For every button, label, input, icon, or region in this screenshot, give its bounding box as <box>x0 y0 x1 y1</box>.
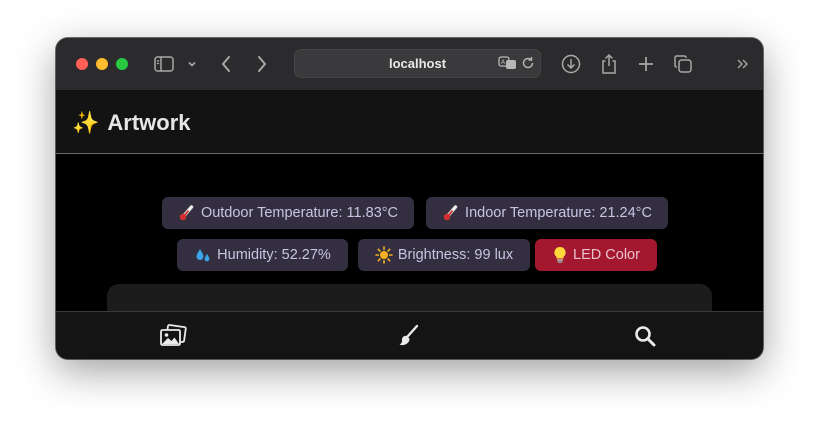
humidity-text: Humidity: 52.27% <box>217 247 331 263</box>
thermometer-icon <box>178 204 196 222</box>
search-icon[interactable] <box>630 322 660 350</box>
content-card <box>107 284 712 314</box>
brightness-badge: Brightness: 99 lux <box>358 239 530 271</box>
forward-icon[interactable] <box>252 52 272 76</box>
sensor-panel: Outdoor Temperature: 11.83°C Indoor Temp… <box>56 154 763 314</box>
indoor-temperature-text: Indoor Temperature: 21.24°C <box>465 205 652 221</box>
translate-icon[interactable]: A <box>498 56 518 75</box>
zoom-window-button[interactable] <box>116 58 128 70</box>
sparkles-icon: ✨ <box>72 110 100 135</box>
led-color-text: LED Color <box>573 247 640 263</box>
share-icon[interactable] <box>598 52 620 76</box>
outdoor-temperature-badge: Outdoor Temperature: 11.83°C <box>162 197 414 229</box>
new-tab-icon[interactable] <box>635 52 657 76</box>
droplets-icon <box>194 246 212 264</box>
tabs-overview-icon[interactable] <box>672 52 694 76</box>
close-window-button[interactable] <box>76 58 88 70</box>
app-header: ✨ Artwork <box>56 91 763 154</box>
outdoor-temperature-text: Outdoor Temperature: 11.83°C <box>200 205 399 221</box>
sidebar-icon[interactable] <box>152 52 176 76</box>
thermometer-icon <box>442 204 460 222</box>
browser-window: localhost A ✨ Artwork Outdoor Temperatur… <box>56 38 763 359</box>
bottom-tab-bar <box>56 311 763 359</box>
browser-toolbar: localhost A <box>56 38 763 91</box>
address-bar[interactable]: localhost A <box>294 49 541 78</box>
svg-text:A: A <box>501 59 506 66</box>
brush-icon[interactable] <box>394 322 424 350</box>
lightbulb-icon <box>552 246 568 264</box>
chevron-down-icon[interactable] <box>185 52 199 76</box>
back-icon[interactable] <box>216 52 236 76</box>
brightness-text: Brightness: 99 lux <box>397 247 514 263</box>
photos-icon[interactable] <box>158 322 188 350</box>
more-icon[interactable] <box>733 52 753 76</box>
led-color-button[interactable]: LED Color <box>535 239 657 271</box>
page-title: ✨ Artwork <box>72 109 191 137</box>
download-icon[interactable] <box>560 52 582 76</box>
page-title-text: Artwork <box>107 110 191 135</box>
indoor-temperature-badge: Indoor Temperature: 21.24°C <box>426 197 668 229</box>
sun-icon <box>375 246 393 264</box>
reload-icon[interactable] <box>521 56 535 75</box>
humidity-badge: Humidity: 52.27% <box>177 239 348 271</box>
minimize-window-button[interactable] <box>96 58 108 70</box>
